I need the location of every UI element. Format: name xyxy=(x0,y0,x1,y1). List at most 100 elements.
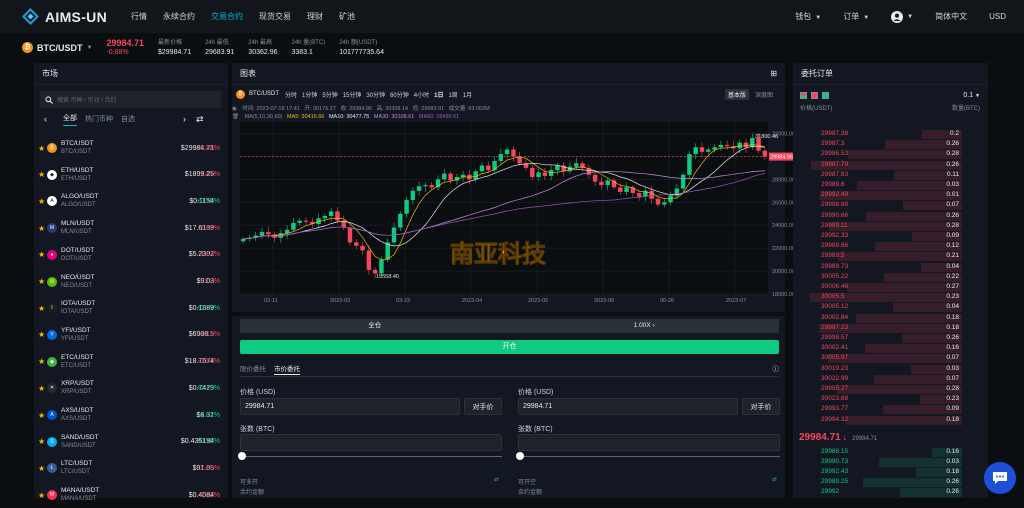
swap-icon[interactable]: ⇄ xyxy=(196,114,204,125)
market-row[interactable]: ★ ◆ ETC/USDT ETC/USDT $18.7674 -0.57% xyxy=(38,349,224,375)
market-row[interactable]: ★ A AXS/USDT AXS/USDT $6.31 +1.02% xyxy=(38,402,224,428)
interval-tab[interactable]: 5分钟 xyxy=(322,90,337,99)
orderbook-both-icon[interactable] xyxy=(800,91,807,99)
ask-row[interactable]: 30006.46 0.27 xyxy=(797,283,975,292)
eye-icon[interactable]: ◉ xyxy=(232,106,237,112)
ask-row[interactable]: 29989.73 0.04 xyxy=(797,262,975,272)
market-row[interactable]: ★ ₿ BTC/USDT BTC/USDT $29984.71 -0.88% xyxy=(38,135,224,161)
language-select[interactable]: 简体中文 xyxy=(935,11,967,22)
tab-hot[interactable]: 热门币种 xyxy=(85,114,113,124)
tabs-prev-icon[interactable]: ‹ xyxy=(44,114,47,124)
ask-row[interactable]: 29998.57 0.26 xyxy=(797,334,975,343)
ask-row[interactable]: 29989.11 0.28 xyxy=(797,221,975,231)
market-row[interactable]: ★ N NEO/USDT NEO/USDT $9.03 -1.2% xyxy=(38,269,224,295)
ask-row[interactable]: 29987.79 0.26 xyxy=(797,160,975,170)
pair-selector[interactable]: ₿ BTC/USDT ▼ xyxy=(22,42,92,53)
market-row[interactable]: ★ I IOTA/USDT IOTA/USDT $0.1889 +0.27% xyxy=(38,295,224,321)
nav-link-contract[interactable]: 交易合约 xyxy=(211,11,243,22)
user-menu[interactable]: ▼ xyxy=(891,10,913,23)
star-icon[interactable]: ★ xyxy=(38,384,47,393)
wallet-menu[interactable]: 钱包 ▼ xyxy=(795,11,821,22)
ask-row[interactable]: 30005.22 0.22 xyxy=(797,272,975,282)
ask-row[interactable]: 29992.49 0.01 xyxy=(797,191,975,201)
star-icon[interactable]: ★ xyxy=(38,224,47,233)
ask-row[interactable]: 29987.3 0.26 xyxy=(797,140,975,150)
margin-mode-button[interactable]: 全仓 xyxy=(240,319,510,333)
ask-row[interactable]: 30005.97 0.07 xyxy=(797,354,975,364)
ask-row[interactable]: 29989.5 0.21 xyxy=(797,252,975,262)
open-position-button[interactable]: 开仓 xyxy=(240,340,779,354)
tabs-next-icon[interactable]: › xyxy=(183,114,186,124)
ask-row[interactable]: 29989.6 0.03 xyxy=(797,181,975,190)
interval-tab[interactable]: 60分钟 xyxy=(390,90,409,99)
buy-transfer-icon[interactable]: ⇄ xyxy=(494,476,499,483)
bid-row[interactable]: 29992.43 0.18 xyxy=(797,468,975,477)
interval-tab[interactable]: 1周 xyxy=(448,90,457,99)
bid-row[interactable]: 29992 0.26 xyxy=(797,488,975,497)
buy-slider-handle[interactable] xyxy=(238,452,246,460)
bid-row[interactable]: 29990.73 0.03 xyxy=(797,458,975,467)
ask-row[interactable]: 30005.12 0.04 xyxy=(797,303,975,313)
interval-tab[interactable]: 分时 xyxy=(285,90,297,99)
precision-select[interactable]: 0.1 ▼ xyxy=(963,92,980,99)
market-row[interactable]: ★ M MANA/USDT MANA/USDT $0.4084 -0.12% xyxy=(38,482,224,508)
sell-slider-handle[interactable] xyxy=(516,452,524,460)
market-row[interactable]: ★ S SAND/USDT SAND/USDT $0.435194 +0.15% xyxy=(38,429,224,455)
interval-tab[interactable]: 1分钟 xyxy=(302,90,317,99)
market-row[interactable]: ★ A ALGO/USDT ALGO/USDT $0.1154 +0.35% xyxy=(38,188,224,214)
brand-logo[interactable]: AIMS-UN xyxy=(22,8,107,25)
fullscreen-icon[interactable]: ⊞ xyxy=(770,69,777,78)
nav-link-finance[interactable]: 理财 xyxy=(307,11,323,22)
ask-row[interactable]: 30022.99 0.07 xyxy=(797,374,975,384)
ask-row[interactable]: 30019.23 0.03 xyxy=(797,364,975,374)
ask-row[interactable]: 29997.23 0.18 xyxy=(797,323,975,333)
star-icon[interactable]: ★ xyxy=(38,250,47,259)
view-depth-button[interactable]: 深度图 xyxy=(752,89,776,100)
sell-qty-input[interactable] xyxy=(518,434,780,451)
ask-row[interactable]: 29998.88 0.07 xyxy=(797,201,975,211)
sell-price-input[interactable]: 29984.71 xyxy=(518,398,738,415)
star-icon[interactable]: ★ xyxy=(38,304,47,313)
tab-favorite[interactable]: 自选 xyxy=(121,114,135,124)
orders-menu[interactable]: 订单 ▼ xyxy=(843,11,869,22)
interval-tab[interactable]: 15分钟 xyxy=(343,90,362,99)
interval-tab[interactable]: 4小时 xyxy=(414,90,429,99)
market-row[interactable]: ★ ● DOT/USDT DOT/USDT $5.2302 -1.53% xyxy=(38,242,224,268)
star-icon[interactable]: ★ xyxy=(38,411,47,420)
nav-link-perpetual[interactable]: 永续合约 xyxy=(163,11,195,22)
nav-link-spot[interactable]: 现货交易 xyxy=(259,11,291,22)
tab-market-order[interactable]: 市价委托 xyxy=(274,363,300,375)
ask-row[interactable]: 29993.77 0.09 xyxy=(797,405,975,415)
trash-icon[interactable]: 🗑 xyxy=(232,114,239,120)
ask-row[interactable]: 29987.83 0.11 xyxy=(797,170,975,180)
ask-row[interactable]: 29995.27 0.28 xyxy=(797,385,975,394)
ask-row[interactable]: 30023.68 0.23 xyxy=(797,395,975,405)
ask-row[interactable]: 29986.53 0.28 xyxy=(797,150,975,160)
buy-counter-price-button[interactable]: 对手价 xyxy=(464,398,502,415)
tab-all[interactable]: 全部 xyxy=(63,113,77,126)
ask-row[interactable]: 30005.5 0.23 xyxy=(797,293,975,303)
chat-support-button[interactable] xyxy=(984,462,1016,494)
sell-transfer-icon[interactable]: ⇄ xyxy=(772,476,777,483)
ask-row[interactable]: 29992.33 0.09 xyxy=(797,232,975,241)
star-icon[interactable]: ★ xyxy=(38,330,47,339)
bid-row[interactable]: 29989.25 0.26 xyxy=(797,478,975,487)
orderbook-bids-icon[interactable] xyxy=(822,91,829,99)
help-icon[interactable]: ⓘ xyxy=(773,363,780,375)
nav-link-pool[interactable]: 矿池 xyxy=(339,11,355,22)
buy-slider[interactable] xyxy=(240,456,502,457)
ask-row[interactable]: 30002.84 0.18 xyxy=(797,313,975,323)
buy-qty-input[interactable] xyxy=(240,434,502,451)
star-icon[interactable]: ★ xyxy=(38,357,47,366)
sell-counter-price-button[interactable]: 对手价 xyxy=(742,398,780,415)
star-icon[interactable]: ★ xyxy=(38,144,47,153)
tab-limit-order[interactable]: 限价委托 xyxy=(240,363,266,375)
leverage-button[interactable]: 1.00X › xyxy=(510,319,780,333)
interval-tab[interactable]: 1月 xyxy=(463,90,472,99)
market-row[interactable]: ★ Ł LTC/USDT LTC/USDT $91.05 -2.85% xyxy=(38,455,224,481)
ask-row[interactable]: 29987.38 0.2 xyxy=(797,130,975,139)
star-icon[interactable]: ★ xyxy=(38,197,47,206)
nav-link-market[interactable]: 行情 xyxy=(131,11,147,22)
market-row[interactable]: ★ Y YFI/USDT YFI/USDT $6908.5 -1.15% xyxy=(38,322,224,348)
star-icon[interactable]: ★ xyxy=(38,277,47,286)
